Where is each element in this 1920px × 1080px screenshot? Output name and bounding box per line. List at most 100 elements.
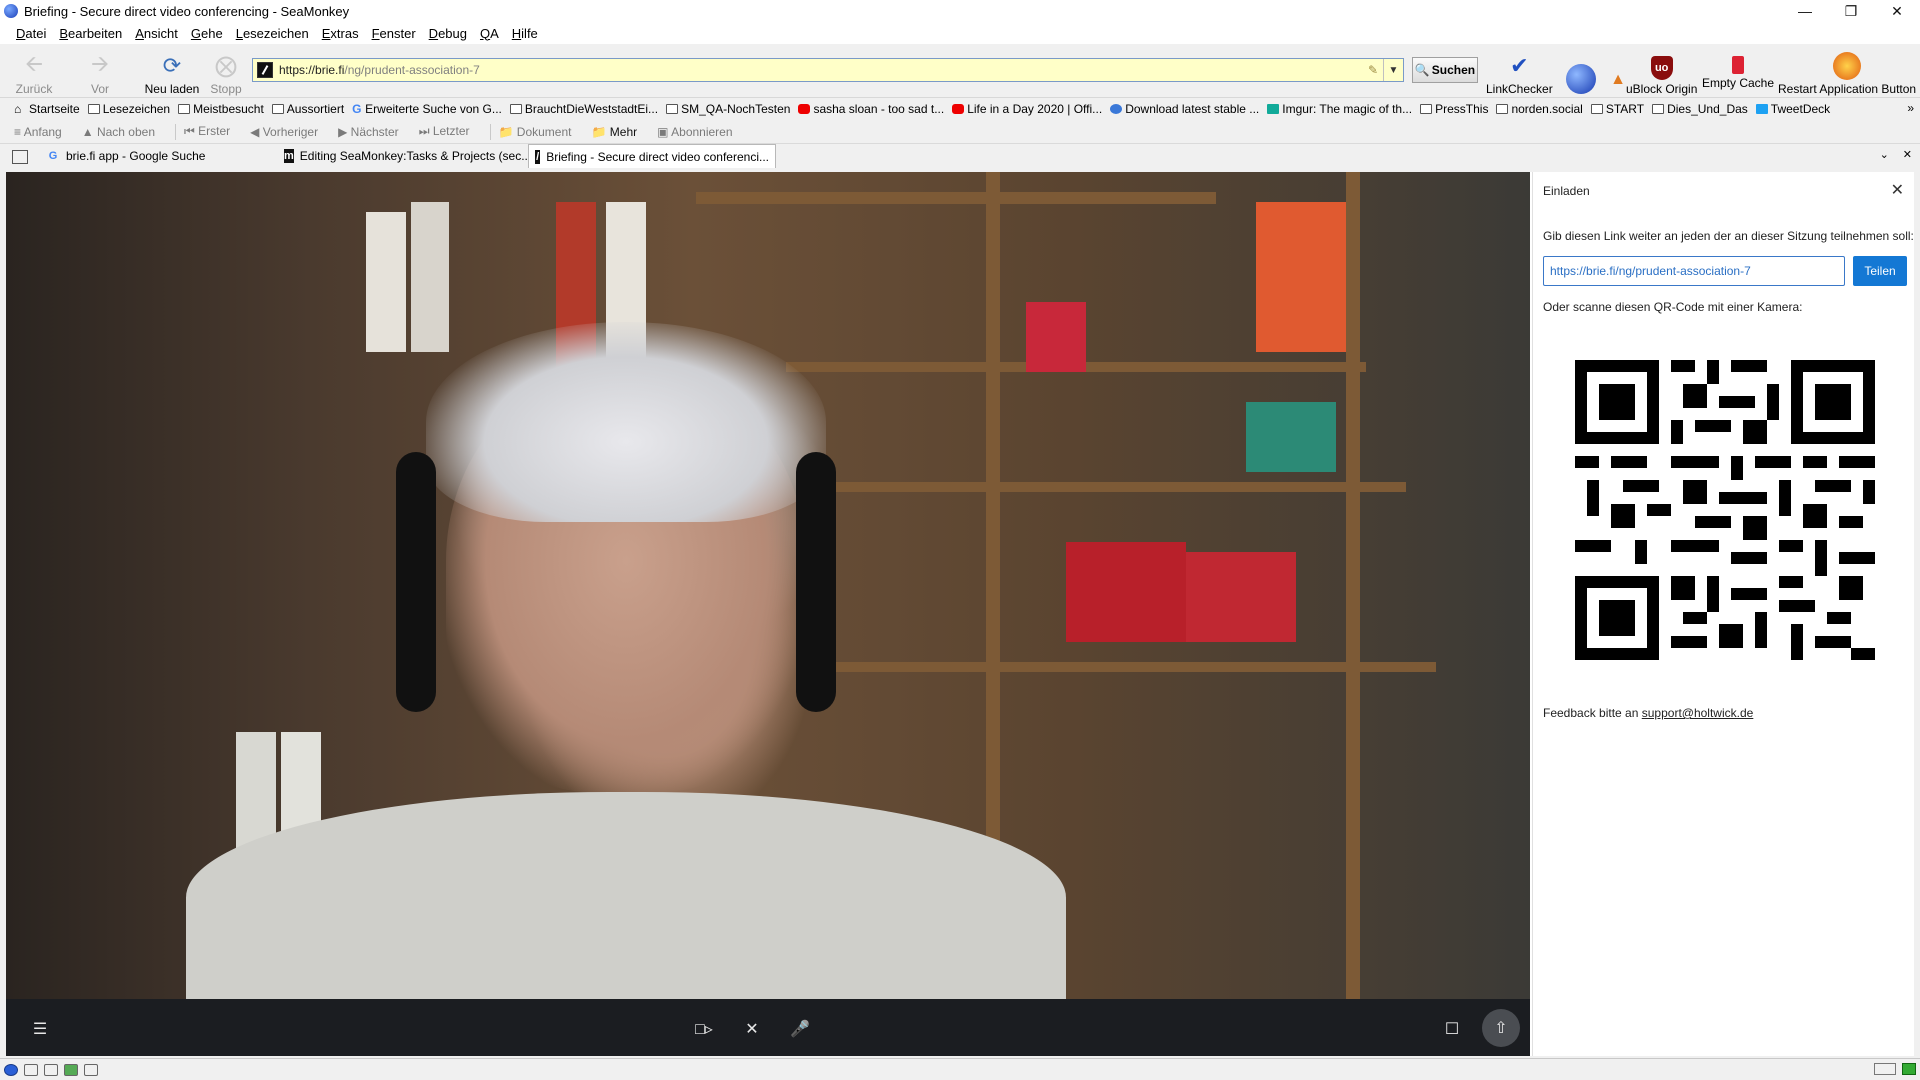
back-button[interactable]: 🡨 Zurück [4,48,64,96]
microphone-icon[interactable]: 🎤 [786,1015,814,1043]
hangup-x-icon[interactable]: ✕ [738,1015,766,1043]
folder-icon [1652,104,1665,114]
maximize-button[interactable]: ❐ [1828,0,1874,22]
menu-extras[interactable]: Extras [322,26,359,41]
pencil-icon[interactable]: ✎ [1363,63,1383,77]
folder-icon [1590,104,1603,114]
share-icon[interactable]: ⇧ [1482,1009,1520,1047]
search-button[interactable]: 🔍 Suchen [1412,57,1478,83]
magnifier-icon: 🔍 [1414,63,1430,77]
bookmark-meistbesucht[interactable]: Meistbesucht [178,102,264,116]
bookmarks-overflow-chevron-icon[interactable]: » [1907,101,1914,115]
reload-icon: ⟳ [162,53,182,78]
seamonkey-icon [4,4,18,18]
page-icon [509,104,522,114]
bookmark-imgur[interactable]: Imgur: The magic of th... [1267,102,1412,116]
stop-button[interactable]: ⨂ Stopp [196,48,256,96]
menu-ansicht[interactable]: Ansicht [135,26,178,41]
bookmark-lesezeichen[interactable]: Lesezeichen [87,102,170,116]
bookmark-startseite[interactable]: ⌂ Startseite [14,102,80,116]
bookmark-brauchtdieweststadt[interactable]: BrauchtDieWeststadtEi... [509,102,658,116]
bookmark-dies-und-das[interactable]: Dies_Und_Das [1652,102,1748,116]
bookmark-aussortiert[interactable]: Aussortiert [271,102,344,116]
bookmark-download-latest[interactable]: Download latest stable ... [1110,102,1259,116]
tab-editing-seamonkey[interactable]: m Editing SeaMonkey:Tasks & Projects (se… [278,144,528,168]
settings-sliders-icon[interactable]: ☰ [26,1015,54,1043]
restart-application-button[interactable]: Restart Application Button [1778,48,1916,96]
feed-mehr[interactable]: 📁 Mehr [592,125,648,139]
feed-dokument[interactable]: 📁 Dokument [499,125,582,139]
mediawiki-icon: m [284,149,294,163]
linkchecker-button[interactable]: ✔ LinkChecker [1486,48,1553,96]
bookmark-life-in-a-day[interactable]: Life in a Day 2020 | Offi... [952,102,1102,116]
page-content: ☰ □▹ ✕ 🎤 ☐ ⇧ Einladen ✕ Gib diesen Link … [6,172,1914,1056]
bookmark-erweiterte-suche[interactable]: G Erweiterte Suche von G... [352,102,502,116]
status-bar [0,1058,1920,1080]
bookmark-norden-social[interactable]: norden.social [1496,102,1583,116]
window-title: Briefing - Secure direct video conferenc… [24,3,350,19]
video-feed [6,172,1530,999]
address-book-icon[interactable] [84,1063,98,1076]
composer-icon[interactable] [64,1063,78,1076]
empty-cache-button[interactable]: Empty Cache [1702,48,1774,96]
page-icon [1110,104,1123,114]
browser-globe-icon[interactable] [4,1063,18,1076]
qr-instructions: Oder scanne diesen QR-Code mit einer Kam… [1543,300,1803,314]
feed-abonnieren[interactable]: ▣ Abonnieren [657,125,742,139]
ublock-button[interactable]: uo uBlock Origin [1626,48,1697,96]
menu-debug[interactable]: Debug [429,26,467,41]
site-navigation-bar: ≡ Anfang ▲ Nach oben ⏮ Erster ◀ Vorherig… [0,120,1920,144]
bookmark-start[interactable]: START [1590,102,1644,116]
seamonkey-extension-button[interactable] [1566,48,1596,96]
feed-naechster[interactable]: ▶ Nächster [338,125,409,139]
security-lock-icon[interactable] [1902,1063,1916,1075]
menu-bearbeiten[interactable]: Bearbeiten [59,26,122,41]
youtube-icon [952,104,965,114]
menu-fenster[interactable]: Fenster [372,26,416,41]
reload-button[interactable]: ⟳ Neu laden [142,48,202,96]
tab-google-search[interactable]: G brie.fi app - Google Suche [40,144,278,168]
url-dropdown-button[interactable]: ▼ [1383,59,1403,81]
minimize-button[interactable]: — [1782,0,1828,22]
bookmark-sasha-sloan[interactable]: sasha sloan - too sad t... [798,102,944,116]
bookmarks-toolbar: ⌂ Startseite Lesezeichen Meistbesucht Aus… [0,98,1920,120]
home-icon: ⌂ [14,102,22,116]
mail-icon[interactable] [24,1063,38,1076]
close-tab-icon[interactable]: ✕ [1903,148,1912,161]
feed-nach-oben[interactable]: ▲ Nach oben [82,125,165,139]
bookmark-pressthis[interactable]: PressThis [1420,102,1488,116]
feedback-email-link[interactable]: support@holtwick.de [1642,706,1754,720]
close-icon[interactable]: ✕ [1891,180,1904,200]
menu-lesezeichen[interactable]: Lesezeichen [236,26,309,41]
share-button[interactable]: Teilen [1853,256,1907,286]
youtube-icon [798,104,811,114]
folder-icon [178,104,191,114]
tab-list-icon[interactable] [12,150,28,164]
feedback-text: Feedback bitte an support@holtwick.de [1543,706,1754,720]
back-arrow-icon: 🡨 [25,51,43,76]
forward-button[interactable]: 🡪 Vor [70,48,130,96]
camera-icon[interactable]: □▹ [690,1015,718,1043]
chat-status-icon[interactable] [44,1063,58,1076]
menu-gehe[interactable]: Gehe [191,26,223,41]
menu-qa[interactable]: QA [480,26,499,41]
bookmark-tweetdeck[interactable]: TweetDeck [1755,102,1830,116]
url-bar[interactable]: https://brie.fi/ng/prudent-association-7… [252,58,1404,82]
tab-briefing[interactable]: / Briefing - Secure direct video confere… [528,144,776,168]
offline-toggle-icon[interactable] [1874,1063,1896,1075]
url-text[interactable]: https://brie.fi/ng/prudent-association-7 [279,63,1363,77]
restart-icon [1833,52,1862,80]
invite-link-field[interactable]: https://brie.fi/ng/prudent-association-7 [1543,256,1845,286]
feed-letzter[interactable]: ⏭ Letzter [419,124,480,139]
menu-hilfe[interactable]: Hilfe [512,26,538,41]
checkmark-icon: ✔ [1510,53,1529,78]
tab-menu-chevron-icon[interactable]: ⌄ [1880,148,1889,161]
chat-icon[interactable]: ☐ [1438,1015,1466,1043]
menu-datei[interactable]: Datei [16,26,46,41]
bookmark-sm-qa[interactable]: SM_QA-NochTesten [666,102,790,116]
feed-anfang[interactable]: ≡ Anfang [14,125,72,139]
menu-bar: Datei Bearbeiten Ansicht Gehe Lesezeiche… [0,22,1920,44]
feed-vorheriger[interactable]: ◀ Vorheriger [250,125,328,139]
feed-erster[interactable]: ⏮ Erster [184,124,240,139]
close-window-button[interactable]: ✕ [1874,0,1920,22]
